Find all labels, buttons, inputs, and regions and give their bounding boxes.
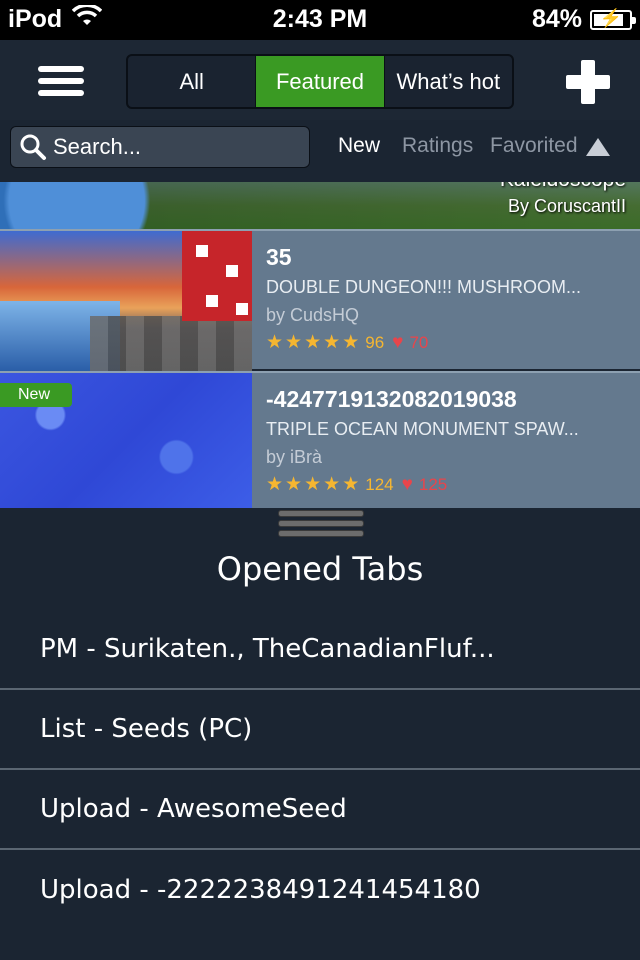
- star-icon: ★: [304, 474, 322, 495]
- search-box[interactable]: [10, 126, 310, 168]
- seed-info: -4247719132082019038 TRIPLE OCEAN MONUME…: [266, 385, 626, 497]
- seed-title: Kaleidoscope: [500, 182, 626, 192]
- drawer-title: Opened Tabs: [216, 550, 424, 588]
- sort-ratings[interactable]: Ratings: [402, 134, 473, 158]
- list-item-partial[interactable]: Kaleidoscope By CoruscantII: [0, 182, 640, 229]
- star-icon: ★: [266, 332, 284, 353]
- new-badge: New: [0, 383, 72, 407]
- tab-all[interactable]: All: [128, 56, 257, 107]
- star-icon: ★: [266, 474, 284, 495]
- seed-stats: ★ ★ ★ ★ ★ 96 ♥ 70: [266, 331, 626, 355]
- seed-author: By CoruscantII: [507, 196, 626, 216]
- favorite-count: 70: [409, 333, 429, 352]
- plus-icon[interactable]: [566, 60, 610, 104]
- opened-tab-item[interactable]: Upload - -2222238491241454180: [0, 850, 640, 930]
- star-icon: ★: [285, 332, 303, 353]
- seed-author: by CudsHQ: [266, 305, 360, 325]
- favorite-count: 125: [418, 475, 448, 494]
- seed-author: by iBrà: [266, 447, 323, 467]
- opened-tab-item[interactable]: PM - Surikaten., TheCanadianFluf...: [0, 610, 640, 690]
- heart-icon: ♥: [392, 332, 404, 353]
- opened-tab-item[interactable]: List - Seeds (PC): [0, 690, 640, 770]
- seed-list[interactable]: Kaleidoscope By CoruscantII 35 DOUBLE DU…: [0, 182, 640, 508]
- tab-featured[interactable]: Featured: [256, 56, 385, 107]
- seed-description: TRIPLE OCEAN MONUMENT SPAW...: [266, 419, 579, 439]
- rating-count: 96: [365, 333, 385, 352]
- star-icon: ★: [304, 332, 322, 353]
- search-input[interactable]: [53, 134, 293, 160]
- battery-percent: 84%: [531, 5, 582, 33]
- list-item[interactable]: 35 DOUBLE DUNGEON!!! MUSHROOM... by Cuds…: [0, 229, 640, 371]
- seed-description: DOUBLE DUNGEON!!! MUSHROOM...: [266, 277, 582, 297]
- star-icon: ★: [342, 474, 360, 495]
- seed-info: 35 DOUBLE DUNGEON!!! MUSHROOM... by Cuds…: [266, 243, 626, 355]
- rating-count: 124: [365, 475, 394, 494]
- search-icon: [19, 133, 47, 161]
- star-icon: ★: [323, 332, 341, 353]
- sort-favorited[interactable]: Favorited: [490, 134, 578, 158]
- sort-new[interactable]: New: [338, 134, 380, 158]
- status-bar: iPod 2:43 PM 84% ⚡: [0, 0, 640, 40]
- heart-icon: ♥: [401, 474, 413, 495]
- battery-info: 84% ⚡: [531, 5, 636, 34]
- star-icon: ★: [342, 332, 360, 353]
- list-item[interactable]: New -4247719132082019038 TRIPLE OCEAN MO…: [0, 371, 640, 508]
- seed-thumbnail: [0, 231, 252, 371]
- drawer-handle[interactable]: [278, 510, 364, 542]
- search-sort-bar: New Ratings Favorited: [0, 120, 640, 182]
- seed-title: 35: [266, 244, 292, 270]
- seed-stats: ★ ★ ★ ★ ★ 124 ♥ 125: [266, 473, 626, 497]
- battery-charging-icon: ⚡: [590, 7, 636, 30]
- star-icon: ★: [323, 474, 341, 495]
- triangle-up-icon[interactable]: [586, 138, 610, 156]
- opened-tab-item[interactable]: Upload - AwesomeSeed: [0, 770, 640, 850]
- opened-tabs-list: PM - Surikaten., TheCanadianFluf... List…: [0, 610, 640, 930]
- star-icon: ★: [285, 474, 303, 495]
- hamburger-icon[interactable]: [38, 66, 84, 96]
- tab-whats-hot[interactable]: What’s hot: [385, 56, 512, 107]
- nav-bar: All Featured What’s hot: [0, 40, 640, 120]
- seed-thumbnail: New: [0, 373, 252, 508]
- filter-segmented-control: All Featured What’s hot: [126, 54, 514, 109]
- bolt-icon: ⚡: [599, 7, 623, 28]
- seed-title: -4247719132082019038: [266, 386, 517, 412]
